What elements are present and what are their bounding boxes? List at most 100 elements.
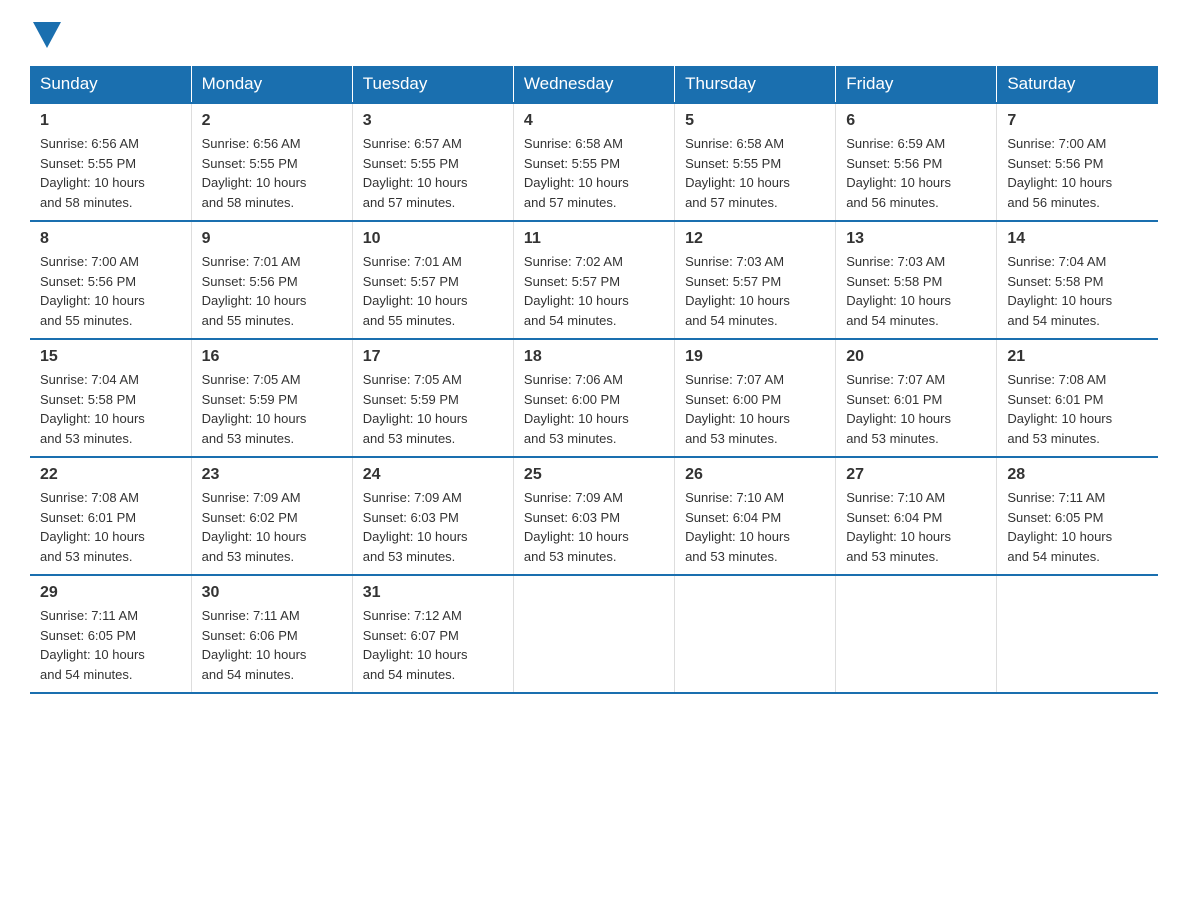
day-info: Sunrise: 7:09 AMSunset: 6:03 PMDaylight:… [363,488,503,566]
calendar-week-row: 1 Sunrise: 6:56 AMSunset: 5:55 PMDaylight… [30,103,1158,221]
calendar-cell: 4 Sunrise: 6:58 AMSunset: 5:55 PMDaylight… [513,103,674,221]
day-number: 11 [524,230,664,248]
day-info: Sunrise: 7:11 AMSunset: 6:05 PMDaylight:… [40,606,181,684]
day-number: 17 [363,348,503,366]
day-number: 6 [846,112,986,130]
day-number: 22 [40,466,181,484]
day-info: Sunrise: 7:05 AMSunset: 5:59 PMDaylight:… [363,370,503,448]
day-info: Sunrise: 7:00 AMSunset: 5:56 PMDaylight:… [40,252,181,330]
calendar-cell: 17 Sunrise: 7:05 AMSunset: 5:59 PMDayligh… [352,339,513,457]
day-number: 13 [846,230,986,248]
calendar-cell [513,575,674,693]
weekday-header-row: SundayMondayTuesdayWednesdayThursdayFrid… [30,66,1158,103]
day-info: Sunrise: 7:03 AMSunset: 5:58 PMDaylight:… [846,252,986,330]
calendar-week-row: 22 Sunrise: 7:08 AMSunset: 6:01 PMDayligh… [30,457,1158,575]
day-number: 31 [363,584,503,602]
day-info: Sunrise: 6:58 AMSunset: 5:55 PMDaylight:… [524,134,664,212]
calendar-week-row: 29 Sunrise: 7:11 AMSunset: 6:05 PMDayligh… [30,575,1158,693]
day-number: 10 [363,230,503,248]
day-info: Sunrise: 7:06 AMSunset: 6:00 PMDaylight:… [524,370,664,448]
day-number: 18 [524,348,664,366]
day-number: 8 [40,230,181,248]
calendar-cell: 25 Sunrise: 7:09 AMSunset: 6:03 PMDayligh… [513,457,674,575]
page-header [30,20,1158,48]
day-info: Sunrise: 6:57 AMSunset: 5:55 PMDaylight:… [363,134,503,212]
day-number: 21 [1007,348,1148,366]
day-number: 4 [524,112,664,130]
calendar-cell: 5 Sunrise: 6:58 AMSunset: 5:55 PMDaylight… [675,103,836,221]
day-number: 19 [685,348,825,366]
day-info: Sunrise: 7:02 AMSunset: 5:57 PMDaylight:… [524,252,664,330]
calendar-cell [997,575,1158,693]
calendar-cell [675,575,836,693]
calendar-cell: 22 Sunrise: 7:08 AMSunset: 6:01 PMDayligh… [30,457,191,575]
calendar-cell: 31 Sunrise: 7:12 AMSunset: 6:07 PMDayligh… [352,575,513,693]
day-info: Sunrise: 7:07 AMSunset: 6:00 PMDaylight:… [685,370,825,448]
calendar-cell: 16Sunrise: 7:05 AMSunset: 5:59 PMDayligh… [191,339,352,457]
calendar-cell: 28Sunrise: 7:11 AMSunset: 6:05 PMDayligh… [997,457,1158,575]
weekday-header-tuesday: Tuesday [352,66,513,103]
weekday-header-thursday: Thursday [675,66,836,103]
day-number: 28 [1007,466,1148,484]
day-info: Sunrise: 7:07 AMSunset: 6:01 PMDaylight:… [846,370,986,448]
calendar-cell: 2Sunrise: 6:56 AMSunset: 5:55 PMDaylight… [191,103,352,221]
weekday-header-saturday: Saturday [997,66,1158,103]
calendar-cell: 3 Sunrise: 6:57 AMSunset: 5:55 PMDaylight… [352,103,513,221]
day-info: Sunrise: 7:12 AMSunset: 6:07 PMDaylight:… [363,606,503,684]
calendar-cell: 15 Sunrise: 7:04 AMSunset: 5:58 PMDayligh… [30,339,191,457]
day-number: 29 [40,584,181,602]
weekday-header-friday: Friday [836,66,997,103]
day-info: Sunrise: 6:59 AMSunset: 5:56 PMDaylight:… [846,134,986,212]
day-number: 1 [40,112,181,130]
day-number: 30 [202,584,342,602]
calendar-cell: 19 Sunrise: 7:07 AMSunset: 6:00 PMDayligh… [675,339,836,457]
calendar-cell: 6 Sunrise: 6:59 AMSunset: 5:56 PMDaylight… [836,103,997,221]
day-number: 27 [846,466,986,484]
calendar-cell: 18 Sunrise: 7:06 AMSunset: 6:00 PMDayligh… [513,339,674,457]
day-info: Sunrise: 7:01 AMSunset: 5:57 PMDaylight:… [363,252,503,330]
calendar-cell: 26 Sunrise: 7:10 AMSunset: 6:04 PMDayligh… [675,457,836,575]
calendar-cell: 1 Sunrise: 6:56 AMSunset: 5:55 PMDaylight… [30,103,191,221]
logo-arrow-icon [33,22,61,48]
calendar-cell: 14Sunrise: 7:04 AMSunset: 5:58 PMDayligh… [997,221,1158,339]
weekday-header-wednesday: Wednesday [513,66,674,103]
logo [30,20,61,48]
day-info: Sunrise: 7:08 AMSunset: 6:01 PMDaylight:… [40,488,181,566]
calendar-cell: 9 Sunrise: 7:01 AMSunset: 5:56 PMDaylight… [191,221,352,339]
day-info: Sunrise: 7:04 AMSunset: 5:58 PMDaylight:… [1007,252,1148,330]
day-number: 3 [363,112,503,130]
day-info: Sunrise: 6:56 AMSunset: 5:55 PMDaylight:… [40,134,181,212]
calendar-cell: 29 Sunrise: 7:11 AMSunset: 6:05 PMDayligh… [30,575,191,693]
calendar-cell: 21 Sunrise: 7:08 AMSunset: 6:01 PMDayligh… [997,339,1158,457]
day-number: 25 [524,466,664,484]
day-info: Sunrise: 6:58 AMSunset: 5:55 PMDaylight:… [685,134,825,212]
day-number: 9 [202,230,342,248]
weekday-header-sunday: Sunday [30,66,191,103]
calendar-cell: 27 Sunrise: 7:10 AMSunset: 6:04 PMDayligh… [836,457,997,575]
day-info: Sunrise: 7:11 AMSunset: 6:06 PMDaylight:… [202,606,342,684]
day-info: Sunrise: 7:03 AMSunset: 5:57 PMDaylight:… [685,252,825,330]
day-info: Sunrise: 7:05 AMSunset: 5:59 PMDaylight:… [202,370,342,448]
day-number: 20 [846,348,986,366]
day-info: Sunrise: 7:01 AMSunset: 5:56 PMDaylight:… [202,252,342,330]
day-info: Sunrise: 7:00 AMSunset: 5:56 PMDaylight:… [1007,134,1148,212]
day-number: 15 [40,348,181,366]
calendar-table: SundayMondayTuesdayWednesdayThursdayFrid… [30,66,1158,694]
day-number: 24 [363,466,503,484]
day-number: 7 [1007,112,1148,130]
day-info: Sunrise: 7:04 AMSunset: 5:58 PMDaylight:… [40,370,181,448]
calendar-cell: 23Sunrise: 7:09 AMSunset: 6:02 PMDayligh… [191,457,352,575]
calendar-cell [836,575,997,693]
day-info: Sunrise: 7:10 AMSunset: 6:04 PMDaylight:… [846,488,986,566]
day-number: 5 [685,112,825,130]
weekday-header-monday: Monday [191,66,352,103]
day-info: Sunrise: 7:09 AMSunset: 6:03 PMDaylight:… [524,488,664,566]
calendar-cell: 13 Sunrise: 7:03 AMSunset: 5:58 PMDayligh… [836,221,997,339]
day-info: Sunrise: 7:08 AMSunset: 6:01 PMDaylight:… [1007,370,1148,448]
day-number: 12 [685,230,825,248]
day-number: 26 [685,466,825,484]
day-info: Sunrise: 7:10 AMSunset: 6:04 PMDaylight:… [685,488,825,566]
calendar-cell: 30 Sunrise: 7:11 AMSunset: 6:06 PMDayligh… [191,575,352,693]
calendar-cell: 12 Sunrise: 7:03 AMSunset: 5:57 PMDayligh… [675,221,836,339]
day-info: Sunrise: 7:09 AMSunset: 6:02 PMDaylight:… [202,488,342,566]
